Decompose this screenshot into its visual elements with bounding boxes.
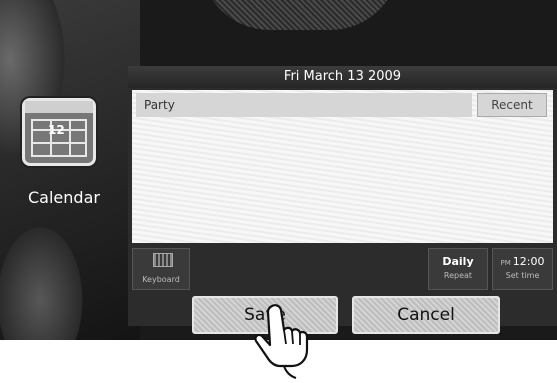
wallpaper-arc — [200, 0, 400, 30]
new-event-dialog: Fri March 13 2009 Party Recent Keyboard … — [128, 66, 557, 326]
set-time-label: Set time — [505, 271, 540, 280]
event-entry-area[interactable]: Party Recent — [132, 90, 553, 243]
calendar-app-label: Calendar — [28, 188, 100, 207]
keyboard-button[interactable]: Keyboard — [132, 248, 190, 290]
wallpaper-decoration — [0, 0, 140, 340]
keyboard-label: Keyboard — [142, 275, 180, 284]
keyboard-icon — [153, 253, 173, 267]
calendar-icon[interactable]: 12 — [22, 98, 96, 166]
event-name-field[interactable]: Party — [136, 93, 472, 117]
time-value: 12:00 — [512, 255, 545, 268]
dialog-toolbar: Keyboard Daily Repeat PM 12:00 Set time — [128, 246, 557, 292]
repeat-label: Repeat — [443, 271, 473, 280]
cancel-button[interactable]: Cancel — [352, 296, 500, 334]
time-value-display: PM 12:00 — [493, 255, 552, 268]
dialog-date-header: Fri March 13 2009 — [128, 66, 557, 88]
calendar-icon-number: 12 — [48, 123, 65, 137]
hand-pointer-icon — [254, 304, 309, 379]
set-time-button[interactable]: PM 12:00 Set time — [492, 248, 553, 290]
time-ampm: PM — [500, 259, 511, 267]
repeat-button[interactable]: Daily Repeat — [428, 248, 488, 290]
recent-button[interactable]: Recent — [477, 93, 547, 117]
repeat-value: Daily — [442, 255, 474, 268]
device-screen: 12 Calendar Fri March 13 2009 Party Rece… — [0, 0, 557, 340]
